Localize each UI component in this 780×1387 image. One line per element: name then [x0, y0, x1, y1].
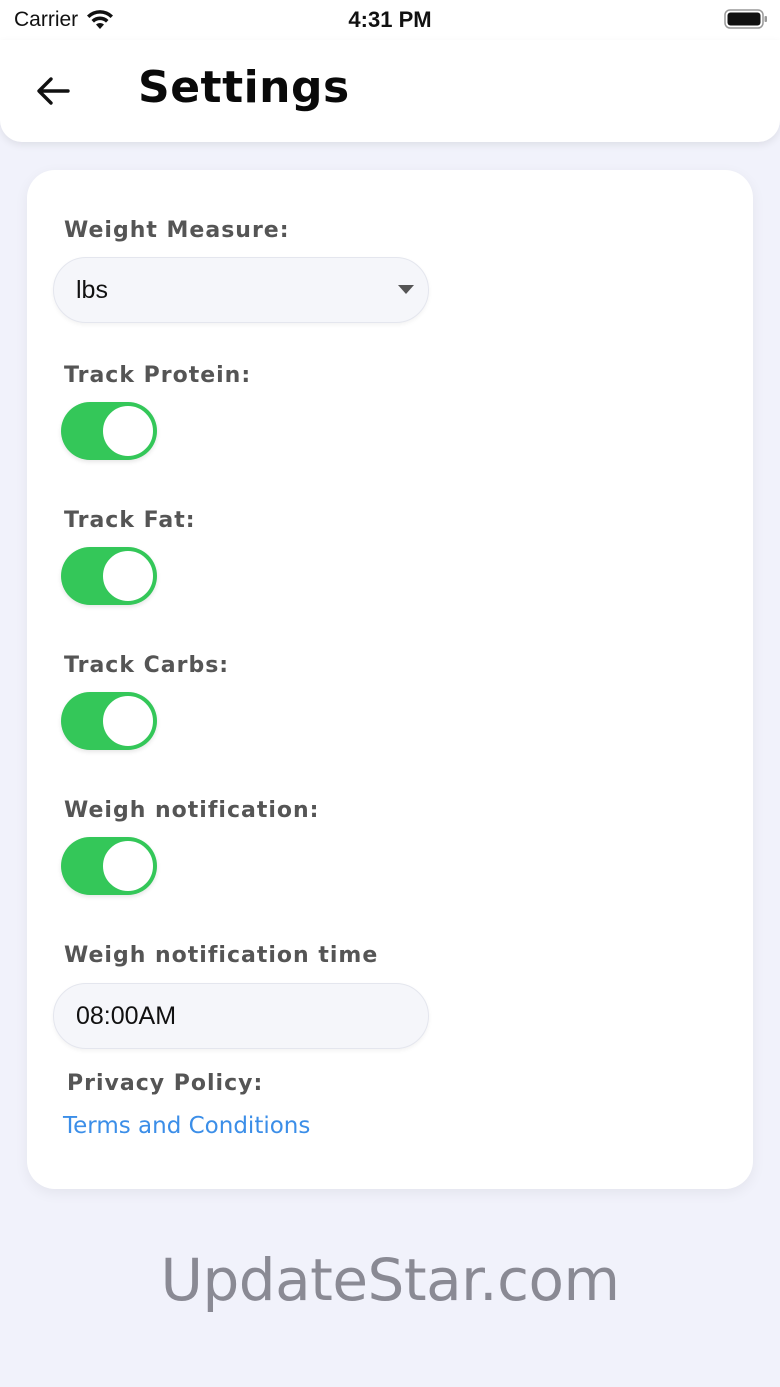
- terms-and-conditions-link[interactable]: Terms and Conditions: [63, 1113, 310, 1139]
- toggle-knob: [101, 549, 155, 603]
- app-header: Settings: [0, 40, 780, 142]
- watermark: UpdateStar.com: [160, 1246, 620, 1314]
- toggle-knob: [101, 839, 155, 893]
- weigh-notification-time-value: 08:00AM: [76, 1001, 177, 1030]
- weight-measure-select[interactable]: lbs: [53, 257, 429, 323]
- track-carbs-toggle[interactable]: [61, 692, 157, 750]
- toggle-knob: [101, 404, 155, 458]
- settings-card: Weight Measure: lbs Track Protein: Track…: [27, 170, 753, 1189]
- privacy-policy-label: Privacy Policy:: [67, 1071, 264, 1096]
- track-carbs-label: Track Carbs:: [64, 653, 230, 678]
- weight-measure-value: lbs: [76, 275, 108, 304]
- track-fat-label: Track Fat:: [64, 508, 196, 533]
- status-bar: Carrier 4:31 PM: [0, 0, 780, 40]
- weight-measure-label: Weight Measure:: [64, 218, 290, 243]
- track-fat-toggle[interactable]: [61, 547, 157, 605]
- track-protein-label: Track Protein:: [64, 363, 252, 388]
- status-time: 4:31 PM: [348, 7, 432, 32]
- weigh-notification-time-label: Weigh notification time: [64, 943, 379, 968]
- caret-down-icon: [398, 285, 414, 294]
- arrow-left-icon: [37, 77, 70, 105]
- back-button[interactable]: [30, 68, 76, 114]
- toggle-knob: [101, 694, 155, 748]
- weigh-notification-toggle[interactable]: [61, 837, 157, 895]
- weigh-notification-label: Weigh notification:: [64, 798, 320, 823]
- track-protein-toggle[interactable]: [61, 402, 157, 460]
- battery-icon: [724, 9, 767, 29]
- page-title: Settings: [138, 62, 350, 113]
- weigh-notification-time-input[interactable]: 08:00AM: [53, 983, 429, 1049]
